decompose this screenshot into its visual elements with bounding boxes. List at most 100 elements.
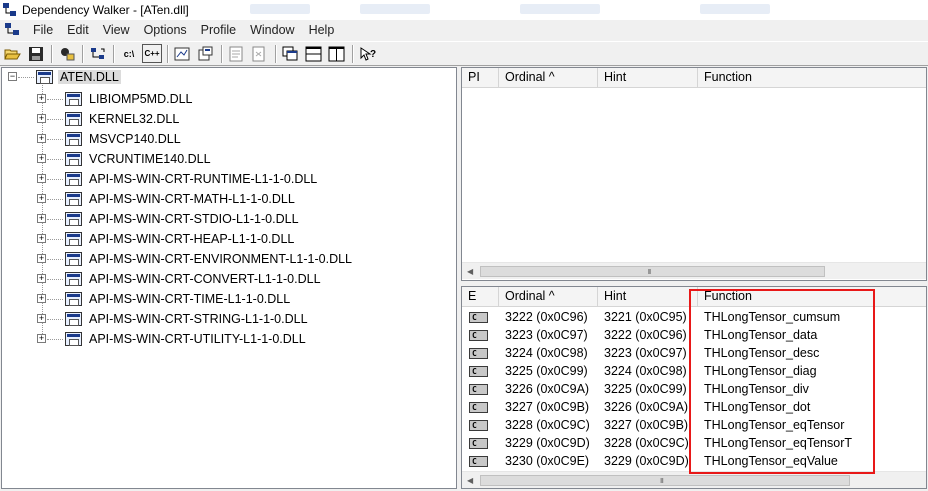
refresh-icon[interactable] — [88, 44, 108, 63]
tree-collapse-toggle[interactable]: − — [8, 72, 17, 81]
tree-module-item[interactable]: API-MS-WIN-CRT-CONVERT-L1-1-0.DLL — [89, 272, 321, 286]
copy-icon[interactable] — [57, 44, 77, 63]
dll-module-icon — [65, 212, 82, 226]
export-function-cell: THLongTensor_desc — [704, 346, 820, 360]
tree-module-item[interactable]: API-MS-WIN-CRT-MATH-L1-1-0.DLL — [89, 192, 295, 206]
c-function-export-icon: C — [469, 402, 488, 413]
export-row[interactable]: C 3226 (0x0C9A) 3225 (0x0C99) THLongTensor_… — [462, 380, 926, 398]
tree-connector — [47, 179, 63, 180]
dll-module-icon — [65, 152, 82, 166]
toolbar-separator — [352, 44, 354, 63]
tree-expand-toggle[interactable]: + — [37, 214, 46, 223]
tree-expand-toggle[interactable]: + — [37, 114, 46, 123]
column-function[interactable]: Function — [698, 287, 926, 307]
tree-expand-toggle[interactable]: + — [37, 174, 46, 183]
tree-module-item[interactable]: API-MS-WIN-CRT-STDIO-L1-1-0.DLL — [89, 212, 299, 226]
tree-expand-toggle[interactable]: + — [37, 294, 46, 303]
tree-module-item[interactable]: VCRUNTIME140.DLL — [89, 152, 211, 166]
menu-options[interactable]: Options — [137, 20, 194, 40]
export-row[interactable]: C 3224 (0x0C98) 3223 (0x0C97) THLongTensor_… — [462, 344, 926, 362]
export-function-cell: THLongTensor_eqTensor — [704, 418, 845, 432]
column-pi[interactable]: PI — [462, 68, 499, 88]
save-icon[interactable] — [26, 44, 46, 63]
export-row[interactable]: C 3227 (0x0C9B) 3226 (0x0C9A) THLongTensor_… — [462, 398, 926, 416]
export-row[interactable]: C 3228 (0x0C9C) 3227 (0x0C9B) THLongTensor_… — [462, 416, 926, 434]
menu-file[interactable]: File — [26, 20, 60, 40]
tile-vertical-icon[interactable] — [327, 44, 347, 63]
export-function-cell: THLongTensor_dot — [704, 400, 811, 414]
tree-module-item[interactable]: API-MS-WIN-CRT-UTILITY-L1-1-0.DLL — [89, 332, 306, 346]
export-ordinal-cell: 3230 (0x0C9E) — [505, 454, 590, 468]
tree-expand-toggle[interactable]: + — [37, 134, 46, 143]
export-row[interactable]: C 3225 (0x0C99) 3224 (0x0C98) THLongTensor_… — [462, 362, 926, 380]
tree-module-item[interactable]: API-MS-WIN-CRT-TIME-L1-1-0.DLL — [89, 292, 290, 306]
menu-window[interactable]: Window — [243, 20, 301, 40]
export-functions-list[interactable]: E Ordinal ^ Hint Function C 3222 (0x0C96)… — [461, 286, 927, 489]
scrollbar-thumb[interactable]: III — [480, 475, 850, 486]
export-row[interactable]: C 3230 (0x0C9E) 3229 (0x0C9D) THLongTensor_… — [462, 452, 926, 470]
tree-connector — [47, 319, 63, 320]
tree-connector — [47, 299, 63, 300]
tree-expand-toggle[interactable]: + — [37, 334, 46, 343]
tree-module-item[interactable]: API-MS-WIN-CRT-RUNTIME-L1-1-0.DLL — [89, 172, 317, 186]
menu-view[interactable]: View — [96, 20, 137, 40]
tree-expand-toggle[interactable]: + — [37, 94, 46, 103]
tree-expand-toggle[interactable]: + — [37, 234, 46, 243]
tree-module-item[interactable]: API-MS-WIN-CRT-ENVIRONMENT-L1-1-0.DLL — [89, 252, 352, 266]
module-dependency-tree[interactable]: − ATEN.DLL + LIBIOMP5MD.DLL + KERNEL32.DLL +… — [1, 67, 457, 489]
dll-module-icon — [65, 132, 82, 146]
export-row[interactable]: C 3223 (0x0C97) 3222 (0x0C96) THLongTensor_… — [462, 326, 926, 344]
tree-root-module[interactable]: ATEN.DLL — [58, 70, 121, 84]
scrollbar-thumb[interactable]: III — [480, 266, 825, 277]
find-icon[interactable] — [250, 44, 270, 63]
tree-module-item[interactable]: LIBIOMP5MD.DLL — [89, 92, 193, 106]
system-info-icon[interactable] — [227, 44, 247, 63]
parent-imports-list[interactable]: PI Ordinal ^ Hint Function ◀ III — [461, 67, 927, 281]
scroll-left-arrow-icon[interactable]: ◀ — [467, 267, 473, 276]
tree-expand-toggle[interactable]: + — [37, 194, 46, 203]
exports-horizontal-scrollbar[interactable]: ◀ III — [462, 471, 926, 488]
module-list-icon[interactable] — [281, 44, 301, 63]
auto-expand-icon[interactable] — [173, 44, 193, 63]
tile-horizontal-icon[interactable] — [304, 44, 324, 63]
dll-module-icon — [65, 252, 82, 266]
dll-module-icon — [65, 172, 82, 186]
exports-column-header: E Ordinal ^ Hint Function — [462, 287, 926, 307]
menu-edit[interactable]: Edit — [60, 20, 96, 40]
undecorate-cpp-button[interactable]: C++ — [142, 44, 162, 63]
menu-help[interactable]: Help — [302, 20, 342, 40]
tree-expand-toggle[interactable]: + — [37, 274, 46, 283]
mdi-child-system-icon[interactable] — [4, 21, 22, 39]
window-title: Dependency Walker - [ATen.dll] — [22, 3, 189, 17]
background-window-ghost — [250, 4, 310, 14]
help-icon[interactable]: ? — [358, 44, 378, 63]
menu-profile[interactable]: Profile — [194, 20, 243, 40]
export-function-cell: THLongTensor_eqTensorT — [704, 436, 852, 450]
tree-connector — [47, 219, 63, 220]
tree-module-item[interactable]: API-MS-WIN-CRT-HEAP-L1-1-0.DLL — [89, 232, 294, 246]
tree-module-item[interactable]: MSVCP140.DLL — [89, 132, 181, 146]
tree-expand-toggle[interactable]: + — [37, 314, 46, 323]
tree-expand-toggle[interactable]: + — [37, 154, 46, 163]
full-paths-button[interactable]: c:\ — [119, 44, 139, 63]
tree-module-item[interactable]: KERNEL32.DLL — [89, 112, 179, 126]
export-row[interactable]: C 3229 (0x0C9D) 3228 (0x0C9C) THLongTensor_… — [462, 434, 926, 452]
dll-module-icon — [65, 232, 82, 246]
column-ordinal[interactable]: Ordinal ^ — [499, 287, 598, 307]
imports-horizontal-scrollbar[interactable]: ◀ III — [462, 262, 926, 279]
column-hint[interactable]: Hint — [598, 287, 698, 307]
tree-expand-toggle[interactable]: + — [37, 254, 46, 263]
tree-connector — [47, 239, 63, 240]
column-function[interactable]: Function — [698, 68, 926, 88]
properties-icon[interactable] — [196, 44, 216, 63]
column-ordinal[interactable]: Ordinal ^ — [499, 68, 598, 88]
c-function-export-icon: C — [469, 420, 488, 431]
tree-module-item[interactable]: API-MS-WIN-CRT-STRING-L1-1-0.DLL — [89, 312, 308, 326]
tree-connector — [47, 279, 63, 280]
column-hint[interactable]: Hint — [598, 68, 698, 88]
column-e[interactable]: E — [462, 287, 499, 307]
scroll-left-arrow-icon[interactable]: ◀ — [467, 476, 473, 485]
open-icon[interactable] — [3, 44, 23, 63]
export-row[interactable]: C 3222 (0x0C96) 3221 (0x0C95) THLongTensor_… — [462, 308, 926, 326]
c-function-export-icon: C — [469, 366, 488, 377]
